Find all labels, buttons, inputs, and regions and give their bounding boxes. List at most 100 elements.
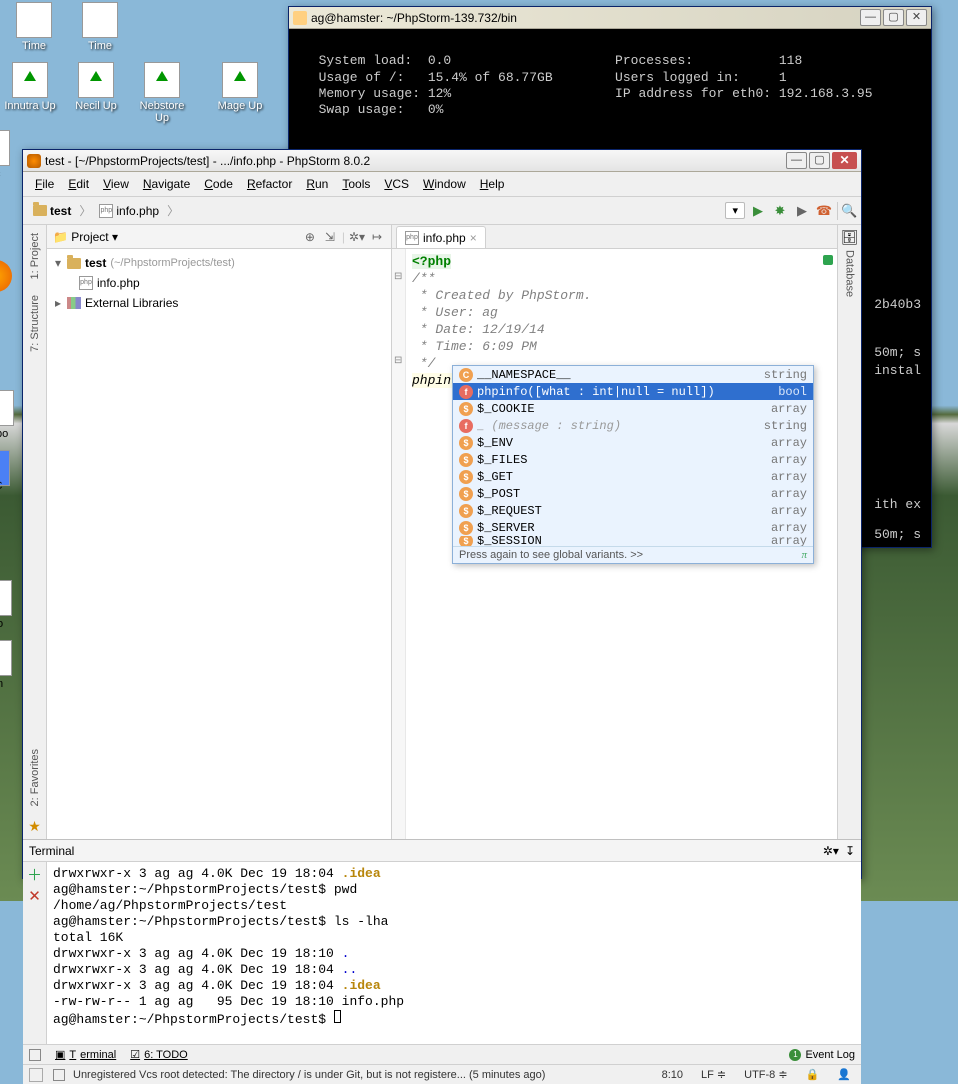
fold-icon[interactable]: ⊟ xyxy=(394,355,402,367)
tool-tab-terminal[interactable]: ▣ Terminal xyxy=(55,1048,116,1061)
breadcrumb-file[interactable]: phpinfo.php xyxy=(95,202,163,220)
search-button[interactable]: 🔍 xyxy=(837,202,855,220)
menu-run[interactable]: Run xyxy=(300,175,334,193)
completion-item[interactable]: $$_POSTarray xyxy=(453,485,813,502)
maximize-button[interactable]: ▢ xyxy=(883,9,904,26)
checkbox-icon[interactable] xyxy=(53,1069,65,1081)
menu-view[interactable]: View xyxy=(97,175,135,193)
listen-debug-button[interactable]: ☎ xyxy=(815,202,833,220)
tree-external-libraries[interactable]: ▸ External Libraries xyxy=(49,293,389,313)
terminal-output[interactable]: drwxrwxr-x 3 ag ag 4.0K Dec 19 18:04 .id… xyxy=(47,862,861,1044)
coverage-button[interactable]: ▶ xyxy=(793,202,811,220)
completion-item[interactable]: f_ (message : string)string xyxy=(453,417,813,434)
titlebar[interactable]: ag@hamster: ~/PhpStorm-139.732/bin — ▢ ✕ xyxy=(289,7,931,29)
menu-window[interactable]: Window xyxy=(417,175,472,193)
square-icon[interactable] xyxy=(29,1049,41,1061)
menu-code[interactable]: Code xyxy=(198,175,239,193)
chevron-right-icon: 〉 xyxy=(79,202,91,219)
desktop-icon[interactable]: Necil Up xyxy=(66,62,126,112)
tool-tab-database[interactable]: Database xyxy=(844,246,856,301)
menu-file[interactable]: File xyxy=(29,175,60,193)
desktop-icon[interactable]: PyC xyxy=(0,480,22,492)
line-ending[interactable]: LF ≑ xyxy=(697,1068,730,1081)
completion-item[interactable]: $$_ENVarray xyxy=(453,434,813,451)
completion-item[interactable]: $$_COOKIEarray xyxy=(453,400,813,417)
desktop-icon[interactable]: Time xyxy=(70,2,130,52)
status-message[interactable]: Unregistered Vcs root detected: The dire… xyxy=(73,1069,545,1081)
badge-icon: 1 xyxy=(789,1049,801,1061)
run-config-dropdown[interactable]: ▾ xyxy=(725,202,745,219)
scroll-target-icon[interactable]: ⊕ xyxy=(302,229,318,245)
menu-tools[interactable]: Tools xyxy=(336,175,376,193)
desktop-icon[interactable]: itec xyxy=(0,130,22,180)
fold-icon[interactable]: ⊟ xyxy=(394,271,402,283)
collapse-icon[interactable]: ⇲ xyxy=(322,229,338,245)
debug-button[interactable]: ✸ xyxy=(771,202,789,220)
menu-navigate[interactable]: Navigate xyxy=(137,175,196,193)
constant-icon: C xyxy=(459,368,473,382)
code-completion-popup[interactable]: C__NAMESPACE__stringfphpinfo([what : int… xyxy=(452,365,814,564)
breadcrumb-root[interactable]: test xyxy=(29,202,75,220)
hide-icon[interactable]: ↧ xyxy=(845,844,855,858)
tree-file[interactable]: php info.php xyxy=(75,273,389,293)
terminal-line: ag@hamster:~/PhpstormProjects/test$ pwd xyxy=(53,882,855,898)
tool-tab-structure[interactable]: 7: Structure xyxy=(29,291,41,356)
menu-vcs[interactable]: VCS xyxy=(378,175,415,193)
status-bar: Unregistered Vcs root detected: The dire… xyxy=(23,1064,861,1084)
completion-item[interactable]: $$_SESSIONarray xyxy=(453,536,813,546)
close-button[interactable]: ✕ xyxy=(906,9,927,26)
completion-item[interactable]: $$_REQUESTarray xyxy=(453,502,813,519)
completion-item[interactable]: $$_SERVERarray xyxy=(453,519,813,536)
status-marker xyxy=(823,255,833,265)
tool-tab-project[interactable]: 1: Project xyxy=(29,229,41,283)
minimize-button[interactable]: — xyxy=(860,9,881,26)
desktop-icon[interactable]: boo xyxy=(0,580,24,630)
hide-icon[interactable]: ↦ xyxy=(369,229,385,245)
completion-item[interactable]: C__NAMESPACE__string xyxy=(453,366,813,383)
php-file-icon: php xyxy=(99,204,113,218)
hector-icon[interactable]: 👤 xyxy=(833,1068,855,1081)
tree-root[interactable]: ▾ test (~/PhpstormProjects/test) xyxy=(49,253,389,273)
tool-windows-button[interactable] xyxy=(29,1068,43,1082)
tab-file[interactable]: php info.php × xyxy=(396,226,486,248)
desktop-icon[interactable]: Time xyxy=(4,2,64,52)
expand-icon[interactable]: ▸ xyxy=(53,293,63,313)
close-terminal-icon[interactable]: ✕ xyxy=(27,888,43,904)
desktop-icon[interactable]: Nebstore Up xyxy=(132,62,192,124)
titlebar[interactable]: test - [~/PhpstormProjects/test] - .../i… xyxy=(23,150,861,172)
project-tree[interactable]: ▾ test (~/PhpstormProjects/test) php inf… xyxy=(47,249,391,317)
completion-item[interactable]: fphpinfo([what : int|null = null])bool xyxy=(453,383,813,400)
lock-icon[interactable]: 🔒 xyxy=(802,1068,824,1081)
event-log-button[interactable]: 1Event Log xyxy=(789,1049,855,1061)
close-tab-icon[interactable]: × xyxy=(470,231,477,245)
gear-icon[interactable]: ✲▾ xyxy=(823,844,839,858)
encoding[interactable]: UTF-8 ≑ xyxy=(740,1068,791,1081)
menu-edit[interactable]: Edit xyxy=(62,175,95,193)
terminal-line: drwxrwxr-x 3 ag ag 4.0K Dec 19 18:10 . xyxy=(53,946,855,962)
desktop-icon[interactable]: Ch xyxy=(0,160,22,172)
gear-icon[interactable]: ✲▾ xyxy=(349,229,365,245)
minimize-button[interactable]: — xyxy=(786,152,807,169)
terminal-gutter: ＋ ✕ xyxy=(23,862,47,1044)
run-button[interactable]: ▶ xyxy=(749,202,767,220)
add-terminal-icon[interactable]: ＋ xyxy=(27,866,43,882)
expand-icon[interactable]: ▾ xyxy=(53,253,63,273)
completion-item[interactable]: $$_GETarray xyxy=(453,468,813,485)
menu-refactor[interactable]: Refactor xyxy=(241,175,298,193)
close-button[interactable]: ✕ xyxy=(832,152,857,169)
completion-item[interactable]: $$_FILESarray xyxy=(453,451,813,468)
desktop-icon[interactable]: pen xyxy=(0,640,24,690)
star-icon: ★ xyxy=(28,818,41,839)
desktop-icon[interactable]: Innutra Up xyxy=(0,62,60,112)
tool-tab-favorites[interactable]: 2: Favorites xyxy=(29,745,41,810)
tool-tab-todo[interactable]: ☑ 6: TODO xyxy=(130,1048,187,1061)
maximize-button[interactable]: ▢ xyxy=(809,152,830,169)
variable-icon: $ xyxy=(459,436,473,450)
code-editor[interactable]: ⊟ ⊟ <?php /** * Created by PhpStorm. * U… xyxy=(392,249,837,839)
cursor-position[interactable]: 8:10 xyxy=(658,1069,687,1081)
variable-icon: $ xyxy=(459,402,473,416)
desktop-icon[interactable]: Mage Up xyxy=(210,62,270,112)
desktop-icon[interactable]: etB xyxy=(0,450,22,500)
menu-help[interactable]: Help xyxy=(474,175,511,193)
project-view-selector[interactable]: 📁 Project ▾ xyxy=(53,230,118,244)
